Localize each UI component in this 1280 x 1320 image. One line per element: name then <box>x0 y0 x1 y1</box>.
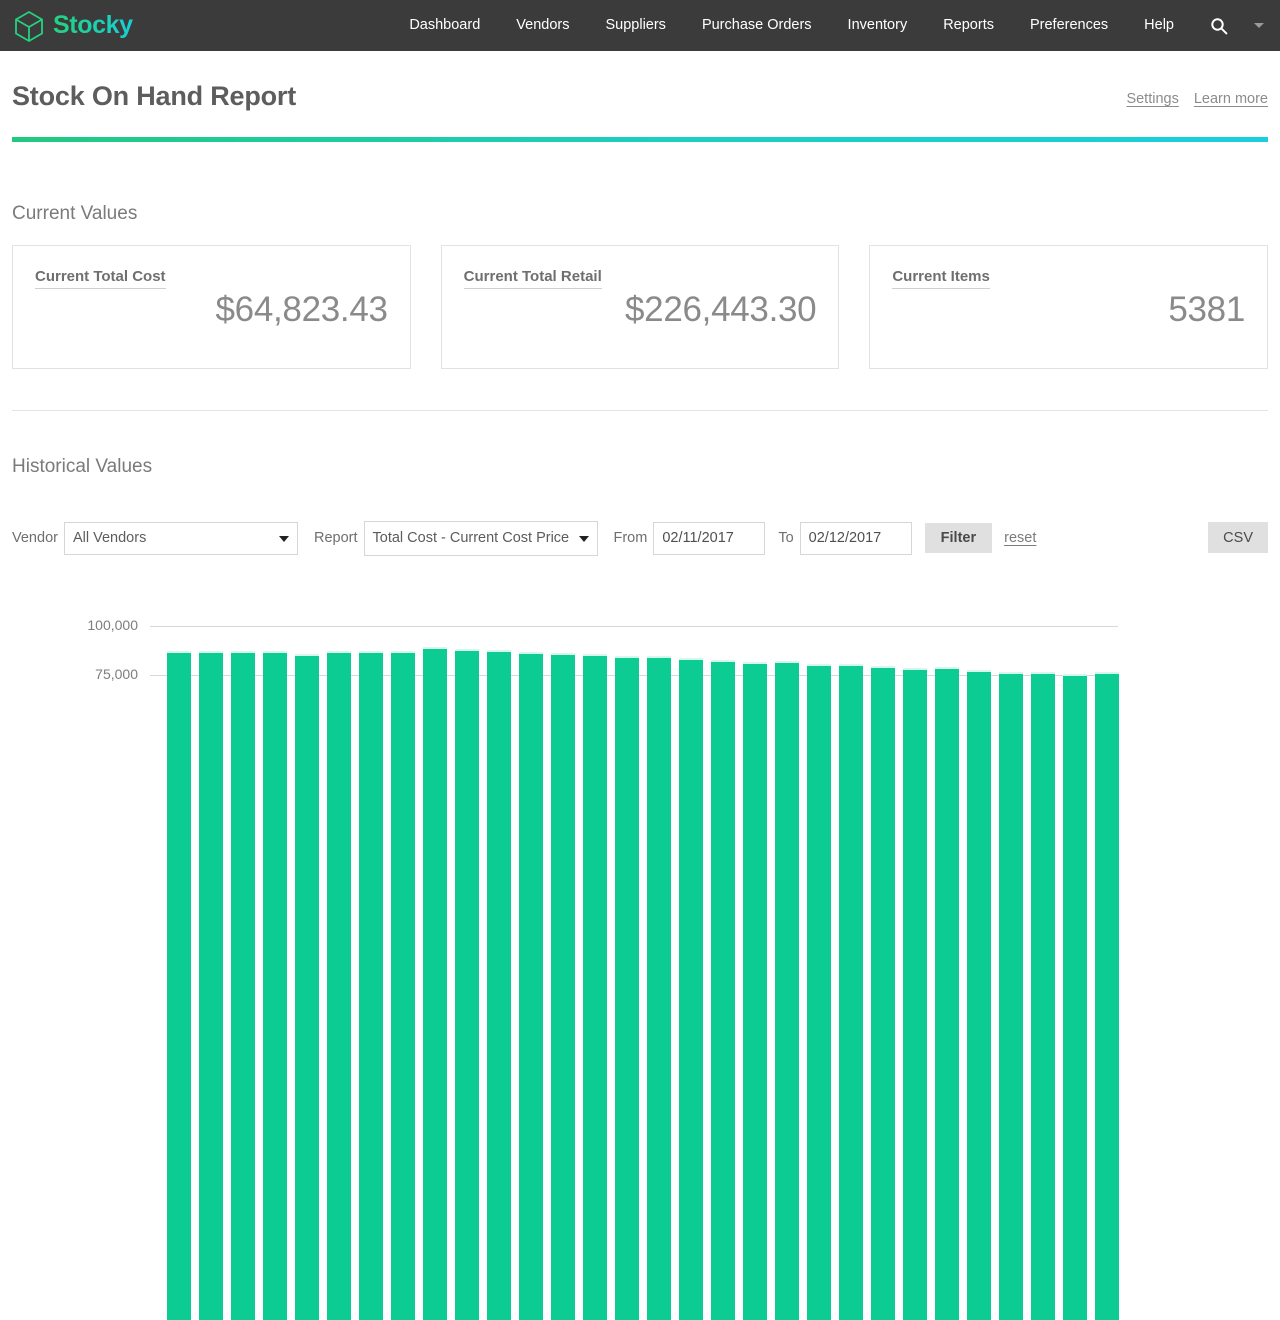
chart-bar[interactable] <box>871 666 895 1320</box>
chart-bar[interactable] <box>519 652 543 1320</box>
chart-y-axis-label: 100,000 <box>87 617 138 633</box>
page-title: Stock On Hand Report <box>12 81 296 112</box>
chart-y-axis-label: 75,000 <box>95 666 138 682</box>
nav-item-suppliers[interactable]: Suppliers <box>605 18 665 33</box>
chart-bar[interactable] <box>583 654 607 1320</box>
historical-filter-bar: Vendor All Vendors Report Total Cost - C… <box>12 521 1036 555</box>
chart-bar[interactable] <box>1095 672 1119 1320</box>
header-links: Settings Learn more <box>1126 91 1268 107</box>
chart-bar[interactable] <box>903 668 927 1320</box>
current-values-cards: Current Total Cost $64,823.43 Current To… <box>12 245 1268 369</box>
brand-name: Stocky <box>53 13 133 38</box>
from-label: From <box>614 530 648 546</box>
report-select-value: Total Cost - Current Cost Price <box>373 530 570 546</box>
card-current-total-cost: Current Total Cost $64,823.43 <box>12 245 411 369</box>
report-select[interactable]: Total Cost - Current Cost Price <box>364 521 598 556</box>
historical-values-chart: 100,000 75,000 <box>0 600 1280 720</box>
chart-bar[interactable] <box>743 662 767 1320</box>
filter-button[interactable]: Filter <box>925 523 992 553</box>
chart-bar[interactable] <box>1063 674 1087 1320</box>
vendor-select-value: All Vendors <box>73 530 146 546</box>
card-value: $226,443.30 <box>625 290 816 330</box>
chart-plot-area <box>150 600 1118 720</box>
card-current-items: Current Items 5381 <box>869 245 1268 369</box>
chart-bar[interactable] <box>167 651 191 1320</box>
chart-bar[interactable] <box>327 651 351 1320</box>
chart-bar[interactable] <box>359 651 383 1320</box>
card-title: Current Total Cost <box>35 268 166 289</box>
card-title: Current Items <box>892 268 990 289</box>
reset-link[interactable]: reset <box>1004 530 1036 546</box>
chart-bar[interactable] <box>807 664 831 1320</box>
chart-bar[interactable] <box>967 670 991 1320</box>
nav-links: Dashboard Vendors Suppliers Purchase Ord… <box>409 18 1174 33</box>
to-date-input[interactable] <box>800 522 912 555</box>
nav-item-purchase-orders[interactable]: Purchase Orders <box>702 18 812 33</box>
nav-icon-group <box>1210 17 1264 35</box>
nav-item-dashboard[interactable]: Dashboard <box>409 18 480 33</box>
card-value: $64,823.43 <box>216 290 388 330</box>
chart-bar[interactable] <box>199 651 223 1320</box>
learn-more-link[interactable]: Learn more <box>1194 91 1268 107</box>
gradient-divider <box>12 137 1268 142</box>
chart-bar[interactable] <box>487 650 511 1320</box>
to-label: To <box>778 530 793 546</box>
section-divider <box>12 410 1268 411</box>
current-values-heading: Current Values <box>12 203 137 225</box>
chevron-down-icon[interactable] <box>1254 23 1264 28</box>
chart-bar[interactable] <box>647 656 671 1320</box>
card-current-total-retail: Current Total Retail $226,443.30 <box>441 245 840 369</box>
chart-bar[interactable] <box>1031 672 1055 1320</box>
report-label: Report <box>314 530 358 546</box>
chart-bar[interactable] <box>839 664 863 1320</box>
settings-link[interactable]: Settings <box>1126 91 1178 107</box>
vendor-select[interactable]: All Vendors <box>64 522 298 555</box>
chart-bar[interactable] <box>711 660 735 1320</box>
chart-bar[interactable] <box>295 654 319 1320</box>
brand-logo-link[interactable]: Stocky <box>12 9 133 43</box>
chart-bar[interactable] <box>231 651 255 1320</box>
chart-bar[interactable] <box>423 647 447 1320</box>
chevron-down-icon <box>279 536 289 542</box>
hexagon-box-icon <box>12 9 46 43</box>
search-icon[interactable] <box>1210 17 1228 35</box>
card-title: Current Total Retail <box>464 268 602 289</box>
chart-bar[interactable] <box>551 653 575 1320</box>
chart-bar[interactable] <box>391 651 415 1320</box>
nav-item-help[interactable]: Help <box>1144 18 1174 33</box>
nav-item-preferences[interactable]: Preferences <box>1030 18 1108 33</box>
page-header: Stock On Hand Report Settings Learn more <box>0 51 1280 143</box>
historical-values-heading: Historical Values <box>12 456 152 478</box>
chart-bar[interactable] <box>775 661 799 1320</box>
nav-item-vendors[interactable]: Vendors <box>516 18 569 33</box>
chart-bar[interactable] <box>615 656 639 1320</box>
chart-bar[interactable] <box>263 651 287 1320</box>
chart-bar[interactable] <box>935 667 959 1320</box>
vendor-label: Vendor <box>12 530 58 546</box>
chart-bar[interactable] <box>679 658 703 1320</box>
card-value: 5381 <box>1168 290 1245 330</box>
nav-item-inventory[interactable]: Inventory <box>848 18 908 33</box>
chart-bar[interactable] <box>455 649 479 1320</box>
csv-export-button[interactable]: CSV <box>1208 522 1268 553</box>
top-navigation-bar: Stocky Dashboard Vendors Suppliers Purch… <box>0 0 1280 51</box>
chart-bar[interactable] <box>999 672 1023 1320</box>
chevron-down-icon <box>579 536 589 542</box>
chart-gridline <box>150 626 1118 627</box>
from-date-input[interactable] <box>653 522 765 555</box>
nav-item-reports[interactable]: Reports <box>943 18 994 33</box>
